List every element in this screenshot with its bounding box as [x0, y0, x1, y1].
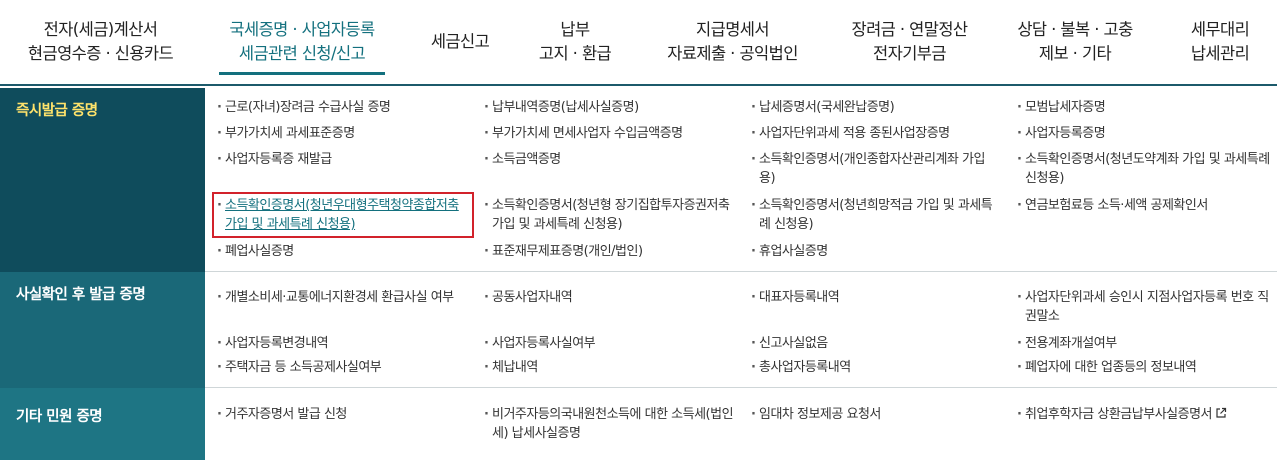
- nav-item-consulting[interactable]: 상담 · 불복 · 고충 제보 · 기타: [1005, 0, 1145, 84]
- link-item[interactable]: 사업자등록변경내역: [213, 334, 463, 353]
- link-item[interactable]: 소득확인증명서(청년도약계좌 가입 및 과세특례 신청용): [1013, 150, 1275, 188]
- external-link-icon: [1216, 407, 1227, 418]
- link-item[interactable]: 신고사실없음: [747, 334, 997, 353]
- main-navigation: 전자(세금)계산서 현금영수증 · 신용카드 국세증명 · 사업자등록 세금관련…: [0, 0, 1277, 86]
- link-item[interactable]: 대표자등록내역: [747, 288, 997, 307]
- link-label: 취업후학자금 상환금납부사실증명서: [1025, 407, 1213, 422]
- nav-item-tax-filing[interactable]: 세금신고: [415, 0, 505, 84]
- nav-item-e-invoice[interactable]: 전자(세금)계산서 현금영수증 · 신용카드: [18, 0, 183, 84]
- link-item[interactable]: 부가가치세 과세표준증명: [213, 124, 463, 143]
- nav-item-payment[interactable]: 납부 고지 · 환급: [525, 0, 625, 84]
- nav-item-line2: 전자기부금: [873, 44, 947, 63]
- nav-item-line1: 상담 · 불복 · 고충: [1017, 20, 1133, 39]
- nav-item-line1: 지급명세서: [696, 20, 770, 39]
- link-item[interactable]: 모범납세자증명: [1013, 98, 1268, 117]
- nav-item-certificates[interactable]: 국세증명 · 사업자등록 세금관련 신청/신고: [219, 0, 385, 84]
- link-item[interactable]: 사업자등록사실여부: [480, 334, 730, 353]
- link-item[interactable]: 사업자단위과세 적용 종된사업장증명: [747, 124, 997, 143]
- link-item[interactable]: 소득금액증명: [480, 150, 730, 169]
- section-label: 사실확인 후 발급 증명: [0, 272, 205, 388]
- link-item[interactable]: 개별소비세·교통에너지환경세 환급사실 여부: [213, 288, 465, 307]
- link-item[interactable]: 주택자금 등 소득공제사실여부: [213, 358, 463, 377]
- link-item[interactable]: 근로(자녀)장려금 수급사실 증명: [213, 98, 463, 117]
- link-item[interactable]: 임대차 정보제공 요청서: [747, 405, 997, 424]
- nav-item-line2: 자료제출 · 공익법인: [667, 44, 798, 63]
- link-item[interactable]: 납부내역증명(납세사실증명): [480, 98, 730, 117]
- nav-item-tax-agent[interactable]: 세무대리 납세관리: [1170, 0, 1270, 84]
- link-item[interactable]: 폐업사실증명: [213, 242, 463, 261]
- link-item-highlighted[interactable]: 소득확인증명서(청년우대형주택청약종합저축 가입 및 과세특례 신청용): [213, 196, 471, 234]
- nav-item-line1: 국세증명 · 사업자등록: [229, 20, 375, 39]
- link-item[interactable]: 체납내역: [480, 358, 730, 377]
- link-item[interactable]: 납세증명서(국세완납증명): [747, 98, 997, 117]
- nav-item-line1: 세무대리: [1190, 20, 1250, 39]
- nav-item-line1: 장려금 · 연말정산: [851, 20, 969, 39]
- nav-item-line2: 고지 · 환급: [538, 44, 612, 63]
- section-links: 개별소비세·교통에너지환경세 환급사실 여부 공동사업자내역 대표자등록내역 사…: [205, 272, 1277, 388]
- section-links: 근로(자녀)장려금 수급사실 증명 납부내역증명(납세사실증명) 납세증명서(국…: [205, 88, 1277, 272]
- nav-item-line1: 전자(세금)계산서: [43, 20, 158, 39]
- link-item[interactable]: 표준재무제표증명(개인/법인): [480, 242, 730, 261]
- link-item[interactable]: 사업자등록증명: [1013, 124, 1268, 143]
- nav-item-line2: 납세관리: [1190, 44, 1250, 63]
- nav-item-line2: 제보 · 기타: [1038, 44, 1112, 63]
- link-item[interactable]: 연금보험료등 소득·세액 공제확인서: [1013, 196, 1268, 215]
- link-item[interactable]: 총사업자등록내역: [747, 358, 997, 377]
- link-item[interactable]: 소득확인증명서(개인종합자산관리계좌 가입용): [747, 150, 995, 188]
- link-item-external[interactable]: 취업후학자금 상환금납부사실증명서: [1013, 405, 1275, 424]
- link-item[interactable]: 비거주자등의국내원천소득에 대한 소득세(법인세) 납세사실증명: [480, 405, 735, 443]
- link-item[interactable]: 휴업사실증명: [747, 242, 997, 261]
- link-item[interactable]: 부가가치세 면세사업자 수입금액증명: [480, 124, 730, 143]
- nav-item-line2: 현금영수증 · 신용카드: [27, 44, 174, 63]
- section-links: 거주자증명서 발급 신청 비거주자등의국내원천소득에 대한 소득세(법인세) 납…: [205, 388, 1277, 460]
- nav-item-incentive[interactable]: 장려금 · 연말정산 전자기부금: [832, 0, 987, 84]
- link-item[interactable]: 소득확인증명서(청년희망적금 가입 및 과세특례 신청용): [747, 196, 999, 234]
- link-item[interactable]: 거주자증명서 발급 신청: [213, 405, 463, 424]
- link-item[interactable]: 전용계좌개설여부: [1013, 334, 1268, 353]
- section-verified-issue: 사실확인 후 발급 증명 개별소비세·교통에너지환경세 환급사실 여부 공동사업…: [0, 272, 1277, 388]
- nav-item-line2: 세금관련 신청/신고: [238, 44, 366, 63]
- nav-item-line1: 납부: [560, 20, 590, 39]
- section-label: 기타 민원 증명: [0, 388, 205, 460]
- link-item[interactable]: 공동사업자내역: [480, 288, 730, 307]
- link-item[interactable]: 사업자등록증 재발급: [213, 150, 463, 169]
- link-item[interactable]: 폐업자에 대한 업종등의 정보내역: [1013, 358, 1268, 377]
- link-item[interactable]: 사업자단위과세 승인시 지점사업자등록 번호 직권말소: [1013, 288, 1275, 326]
- nav-item-line1: 세금신고: [430, 32, 490, 51]
- section-label: 즉시발급 증명: [0, 88, 205, 272]
- nav-item-payment-statement[interactable]: 지급명세서 자료제출 · 공익법인: [650, 0, 815, 84]
- section-instant-issue: 즉시발급 증명 근로(자녀)장려금 수급사실 증명 납부내역증명(납세사실증명)…: [0, 88, 1277, 272]
- section-other-certificates: 기타 민원 증명 거주자증명서 발급 신청 비거주자등의국내원천소득에 대한 소…: [0, 388, 1277, 460]
- link-item[interactable]: 소득확인증명서(청년형 장기집합투자증권저축 가입 및 과세특례 신청용): [480, 196, 735, 234]
